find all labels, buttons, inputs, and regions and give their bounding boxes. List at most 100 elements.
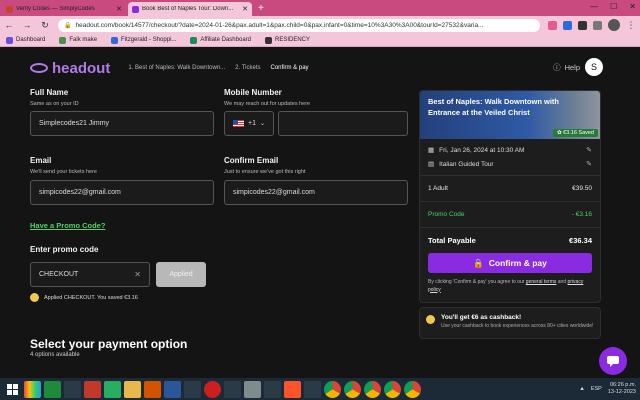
tab-close-icon[interactable]: ✕ [242,5,248,13]
general-terms-link[interactable]: general terms [526,279,557,285]
tab-close-icon[interactable]: ✕ [116,5,122,13]
bookmark-item[interactable]: Fitzgerald - Shoppi... [111,36,176,44]
windows-start-icon[interactable] [4,380,21,398]
taskbar-app-icon[interactable] [184,380,201,398]
email-label: Email [30,156,52,165]
clock[interactable]: 06:26 p.m. 13-12-2023 [608,382,636,395]
chrome-icon[interactable] [364,380,381,398]
new-tab-icon[interactable]: + [258,3,264,14]
promo-code-value: CHECKOUT [39,271,79,278]
chrome-icon[interactable] [404,380,421,398]
headout-logo[interactable]: headout [30,60,110,77]
help-label: Help [564,63,580,72]
lock-icon: 🔒 [473,257,484,268]
url-text: headout.com/book/14577/checkout/?date=20… [75,21,484,29]
bookmark-item[interactable]: Falk make [59,36,98,44]
bookmark-label: Dashboard [16,37,46,43]
checkout-page: headout 1. Best of Naples: Walk Downtown… [0,47,640,378]
breadcrumb: 1. Best of Naples: Walk Downtown... 2. T… [128,65,308,71]
taskbar-app-icon[interactable] [24,380,41,398]
tour-hero-banner: Best of Naples: Walk Downtown with Entra… [420,91,600,139]
system-tray: ▲ ESP 06:26 p.m. 13-12-2023 [579,378,636,400]
opera-icon[interactable] [204,380,221,398]
bookmark-label: Falk make [69,37,98,43]
country-code-select[interactable]: +1 ⌄ [224,111,274,136]
full-name-field[interactable]: Simplecodes21 Jimmy [30,111,214,136]
promo-code-field[interactable]: CHECKOUT ✕ [30,262,150,287]
maximize-icon[interactable]: ☐ [610,2,617,11]
promo-applied-message: Applied CHECKOUT. You saved €3.16 [30,293,138,302]
taskbar-app-icon[interactable] [264,380,281,398]
cashback-title: You'll get €6 as cashback! [441,314,522,321]
profile-avatar[interactable] [608,19,620,31]
folder-icon[interactable] [124,380,141,398]
confirm-pay-button[interactable]: 🔒 Confirm & pay [428,253,592,273]
network-icon[interactable]: ▲ [579,386,584,392]
taskbar-app-icon[interactable] [64,380,81,398]
tour-type-text: Italian Guided Tour [439,160,494,168]
logo-icon [30,63,48,73]
puzzle-icon[interactable] [578,20,587,30]
back-icon[interactable]: ← [4,20,14,30]
forward-icon[interactable]: → [22,20,32,30]
chat-button[interactable] [599,347,627,375]
mobile-label: Mobile Number [224,88,282,97]
sidebar-icon[interactable] [593,20,602,30]
clock-time: 06:26 p.m. [610,382,636,389]
bookmark-item[interactable]: Dashboard [6,36,46,44]
total-row: Total Payable €36.34 [420,227,600,253]
payment-section-title: Select your payment option [30,337,188,351]
mobile-number-field[interactable] [278,111,408,136]
minimize-icon[interactable]: — [590,2,598,11]
browser-tab-bar: Verify Codes — SimplyCodes ✕ Book Best o… [0,0,640,16]
browser-tab[interactable]: Verify Codes — SimplyCodes ✕ [2,2,126,16]
extension-icon[interactable] [563,20,572,30]
help-button[interactable]: ⓘ Help [553,62,580,73]
breadcrumb-step-2[interactable]: 2. Tickets [235,65,260,71]
applied-button[interactable]: Applied [156,262,206,287]
taskbar-app-icon[interactable] [244,380,261,398]
taskbar-app-icon[interactable] [144,380,161,398]
extension-icon[interactable] [548,20,557,30]
bookmark-item[interactable]: Affiliate Dashboard [190,36,251,44]
breadcrumb-step-1[interactable]: 1. Best of Naples: Walk Downtown... [128,65,225,71]
language-indicator[interactable]: ESP [591,386,602,392]
booking-summary-card: Best of Naples: Walk Downtown with Entra… [419,90,601,303]
email-field[interactable]: simpicodes22@gmail.com [30,180,214,205]
word-icon[interactable] [164,380,181,398]
us-flag-icon [233,120,244,127]
promo-discount-row: Promo Code - €3.16 [420,201,600,227]
browser-tab-active[interactable]: Book Best of Naples Tour: Down... ✕ [128,2,252,16]
adult-price: €39.50 [572,185,592,192]
menu-icon[interactable]: ⋮ [626,20,636,31]
url-field[interactable]: 🔒 headout.com/book/14577/checkout/?date=… [58,18,540,32]
taskbar-app-icon[interactable] [304,380,321,398]
promo-code-link[interactable]: Have a Promo Code? [30,221,105,230]
payment-options-count: 4 options available [30,352,80,358]
calendar-icon: ▦ [428,147,435,154]
brave-icon[interactable] [284,380,301,398]
close-window-icon[interactable]: ✕ [629,2,636,11]
reload-icon[interactable]: ↻ [40,20,50,31]
saved-badge-text: €3.16 Saved [563,130,594,136]
edit-tour-icon[interactable]: ✎ [586,160,592,168]
chrome-icon[interactable] [344,380,361,398]
mobile-sub: We may reach out for updates here [224,101,311,107]
taskbar-app-icon[interactable] [44,380,61,398]
chrome-icon[interactable] [384,380,401,398]
edit-date-icon[interactable]: ✎ [586,146,592,154]
taskbar-app-icon[interactable] [104,380,121,398]
user-avatar[interactable]: S [585,58,603,76]
tag-icon: ✿ [556,130,562,136]
logo-text: headout [52,59,111,77]
confirm-email-label: Confirm Email [224,156,279,165]
bookmark-item[interactable]: RESIDENCY [265,36,310,44]
adult-price-row: 1 Adult €39.50 [420,175,600,201]
taskbar-app-icon[interactable] [84,380,101,398]
tab-title: Book Best of Naples Tour: Down... [142,6,234,12]
site-header: headout 1. Best of Naples: Walk Downtown… [0,47,640,89]
confirm-email-field[interactable]: simpicodes22@gmail.com [224,180,408,205]
taskbar-app-icon[interactable] [224,380,241,398]
clear-icon[interactable]: ✕ [134,270,141,279]
chrome-icon[interactable] [324,380,341,398]
